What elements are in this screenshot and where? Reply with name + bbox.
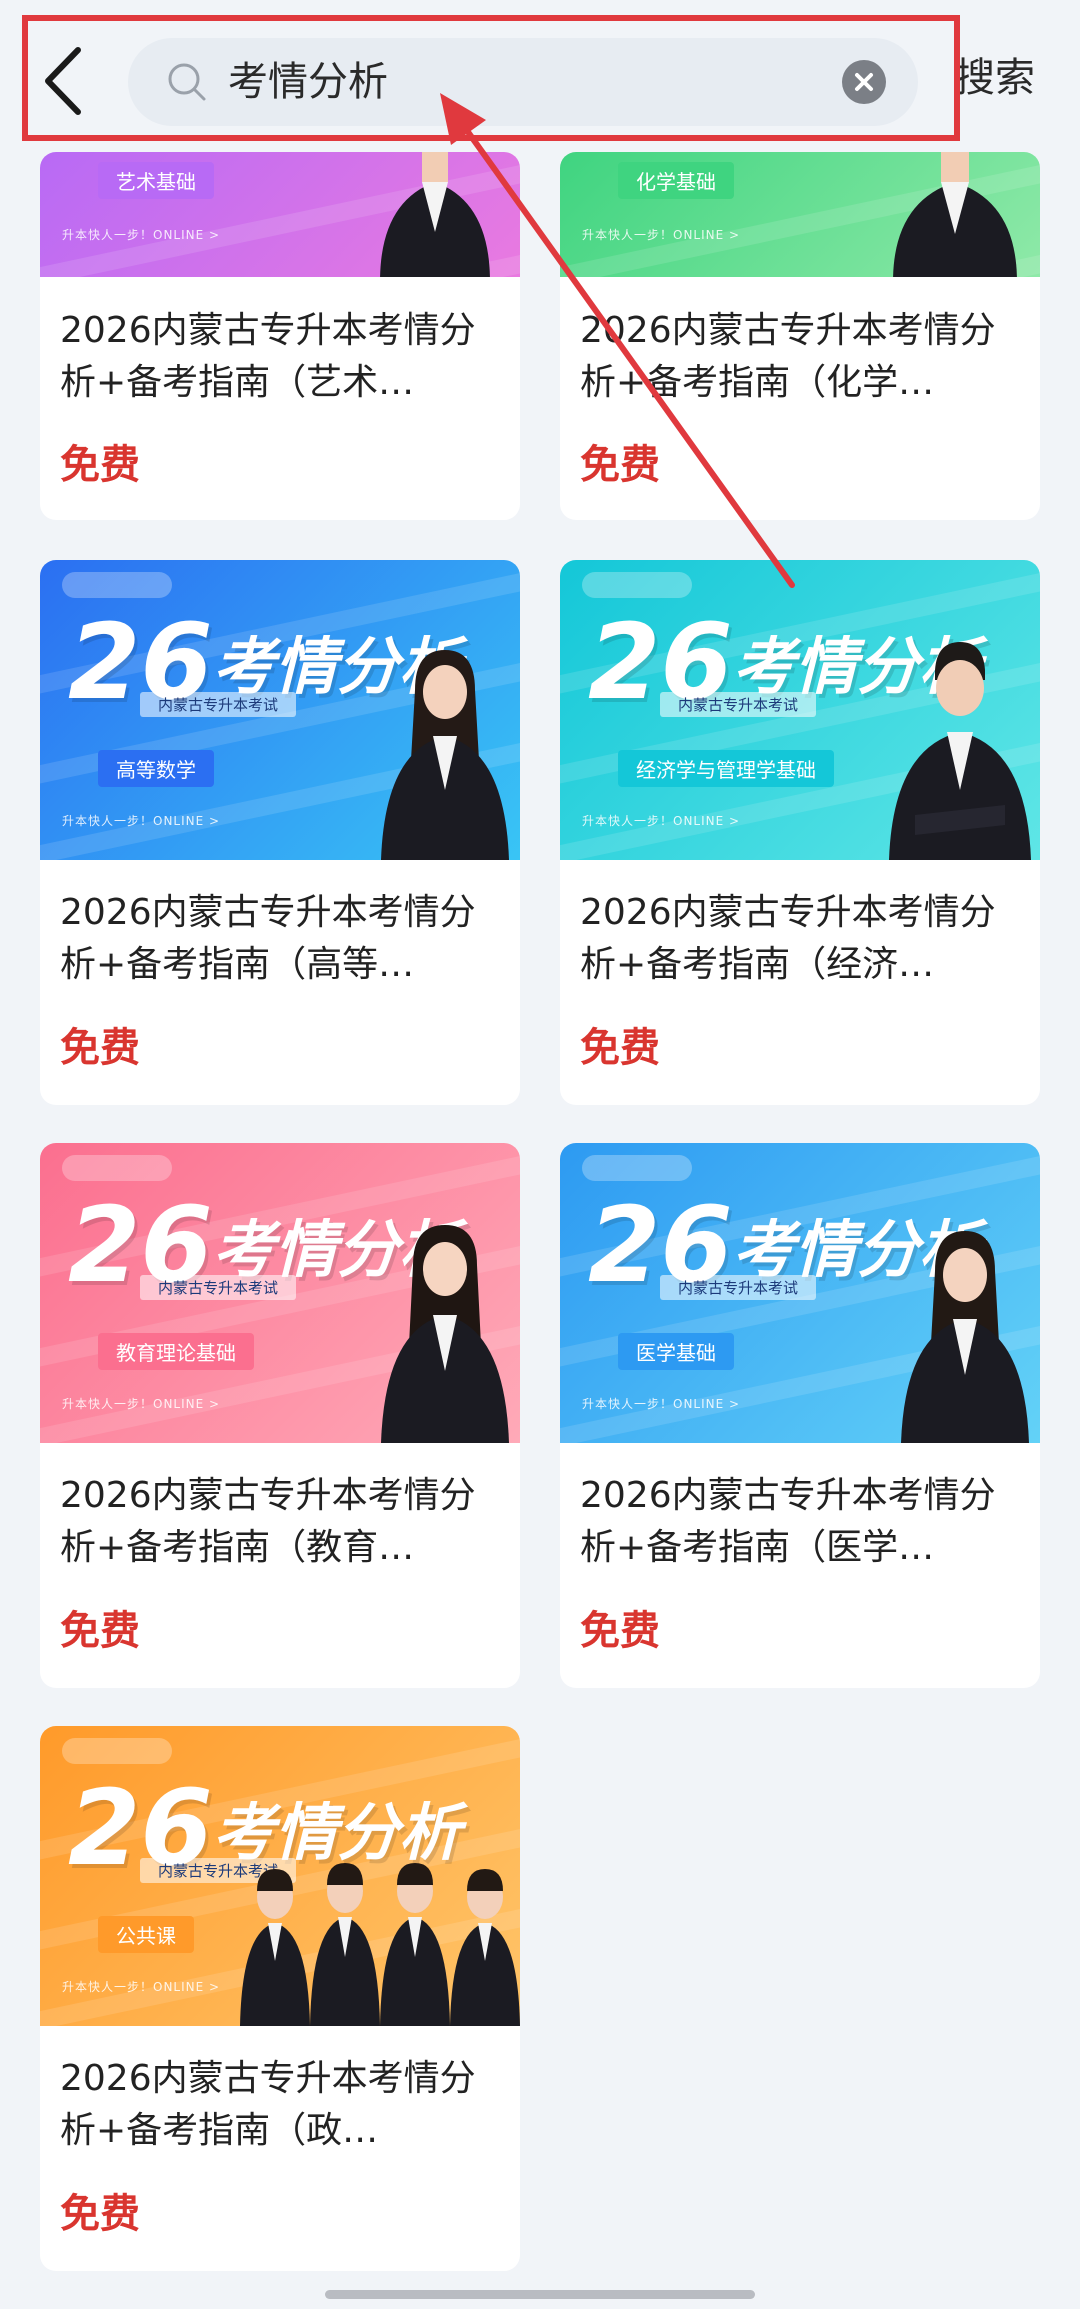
course-card[interactable]: 26考情分析 内蒙古专升本考试 公共课 升本快人一步！ONLINE > 2026… xyxy=(40,1726,520,2271)
course-title: 2026内蒙古专升本考情分析+备考指南（经济… xyxy=(580,892,996,985)
teacher-photo xyxy=(381,650,509,860)
region-tag: 内蒙古专升本考试 xyxy=(140,692,297,717)
course-thumbnail: 26考情分析 内蒙古专升本考试 公共课 升本快人一步！ONLINE > xyxy=(40,1726,520,2026)
course-thumbnail: 化学基础 升本快人一步！ONLINE > xyxy=(560,152,1040,277)
course-card[interactable]: 化学基础 升本快人一步！ONLINE > 2026内蒙古专升本考情分析+备考指南… xyxy=(560,152,1040,520)
teacher-group-photo xyxy=(240,1863,520,2026)
course-thumbnail: 26考情分析 内蒙古专升本考试 医学基础 升本快人一步！ONLINE > xyxy=(560,1143,1040,1443)
tagline: 升本快人一步！ONLINE > xyxy=(582,228,741,242)
course-card[interactable]: 26考情分析 内蒙古专升本考试 医学基础 升本快人一步！ONLINE > 202… xyxy=(560,1143,1040,1688)
region-tag: 内蒙古专升本考试 xyxy=(660,1275,817,1300)
search-icon xyxy=(168,63,206,101)
brand-logo xyxy=(62,572,172,598)
region-tag: 内蒙古专升本考试 xyxy=(140,1275,297,1300)
tagline: 升本快人一步！ONLINE > xyxy=(582,814,741,828)
course-price: 免费 xyxy=(60,442,140,488)
search-button[interactable]: 搜索 xyxy=(955,52,1035,104)
course-card[interactable]: 艺术基础 升本快人一步！ONLINE > 2026内蒙古专升本考情分析+备考指南… xyxy=(40,152,520,520)
course-price: 免费 xyxy=(60,1025,140,1071)
close-icon xyxy=(855,73,873,91)
course-card[interactable]: 26考情分析 内蒙古专升本考试 高等数学 升本快人一步！ONLINE > 202… xyxy=(40,560,520,1105)
tagline: 升本快人一步！ONLINE > xyxy=(62,1980,221,1994)
tagline: 升本快人一步！ONLINE > xyxy=(62,228,221,242)
course-price: 免费 xyxy=(60,1608,140,1654)
clear-search-button[interactable] xyxy=(842,60,886,104)
subject-label: 教育理论基础 xyxy=(98,1333,254,1370)
brand-logo xyxy=(582,572,692,598)
course-price: 免费 xyxy=(60,2191,140,2237)
search-header: 考情分析 搜索 xyxy=(0,0,1080,152)
course-title: 2026内蒙古专升本考情分析+备考指南（医学… xyxy=(580,1475,996,1568)
course-title: 2026内蒙古专升本考情分析+备考指南（艺术… xyxy=(60,310,476,403)
course-price: 免费 xyxy=(580,1025,660,1071)
brand-logo xyxy=(62,1155,172,1181)
search-query-text[interactable]: 考情分析 xyxy=(228,56,388,108)
course-thumbnail: 26考情分析 内蒙古专升本考试 经济学与管理学基础 升本快人一步！ONLINE … xyxy=(560,560,1040,860)
chevron-left-icon xyxy=(45,47,81,115)
course-title: 2026内蒙古专升本考情分析+备考指南（化学… xyxy=(580,310,996,403)
subject-label: 经济学与管理学基础 xyxy=(618,750,834,787)
course-thumbnail: 26考情分析 内蒙古专升本考试 教育理论基础 升本快人一步！ONLINE > xyxy=(40,1143,520,1443)
back-button[interactable] xyxy=(38,44,90,118)
tagline: 升本快人一步！ONLINE > xyxy=(62,814,221,828)
course-title: 2026内蒙古专升本考情分析+备考指南（教育… xyxy=(60,1475,476,1568)
brand-logo xyxy=(582,1155,692,1181)
teacher-photo xyxy=(901,1231,1029,1443)
teacher-photo xyxy=(380,152,490,277)
teacher-photo xyxy=(889,642,1031,860)
search-input[interactable]: 考情分析 xyxy=(128,38,918,126)
teacher-photo xyxy=(381,1225,509,1443)
course-title: 2026内蒙古专升本考情分析+备考指南（政… xyxy=(60,2058,476,2151)
course-title: 2026内蒙古专升本考情分析+备考指南（高等… xyxy=(60,892,476,985)
region-tag: 内蒙古专升本考试 xyxy=(660,692,817,717)
course-card[interactable]: 26考情分析 内蒙古专升本考试 经济学与管理学基础 升本快人一步！ONLINE … xyxy=(560,560,1040,1105)
course-thumbnail: 艺术基础 升本快人一步！ONLINE > xyxy=(40,152,520,277)
course-card[interactable]: 26考情分析 内蒙古专升本考试 教育理论基础 升本快人一步！ONLINE > 2… xyxy=(40,1143,520,1688)
course-price: 免费 xyxy=(580,442,660,488)
subject-label: 艺术基础 xyxy=(98,162,214,199)
subject-label: 化学基础 xyxy=(618,162,734,199)
brand-logo xyxy=(62,1738,172,1764)
subject-label: 公共课 xyxy=(98,1916,194,1953)
teacher-photo xyxy=(893,152,1017,277)
tagline: 升本快人一步！ONLINE > xyxy=(62,1397,221,1411)
course-price: 免费 xyxy=(580,1608,660,1654)
subject-label: 医学基础 xyxy=(618,1333,734,1370)
tagline: 升本快人一步！ONLINE > xyxy=(582,1397,741,1411)
subject-label: 高等数学 xyxy=(98,750,214,787)
course-thumbnail: 26考情分析 内蒙古专升本考试 高等数学 升本快人一步！ONLINE > xyxy=(40,560,520,860)
home-indicator[interactable] xyxy=(325,2290,755,2299)
